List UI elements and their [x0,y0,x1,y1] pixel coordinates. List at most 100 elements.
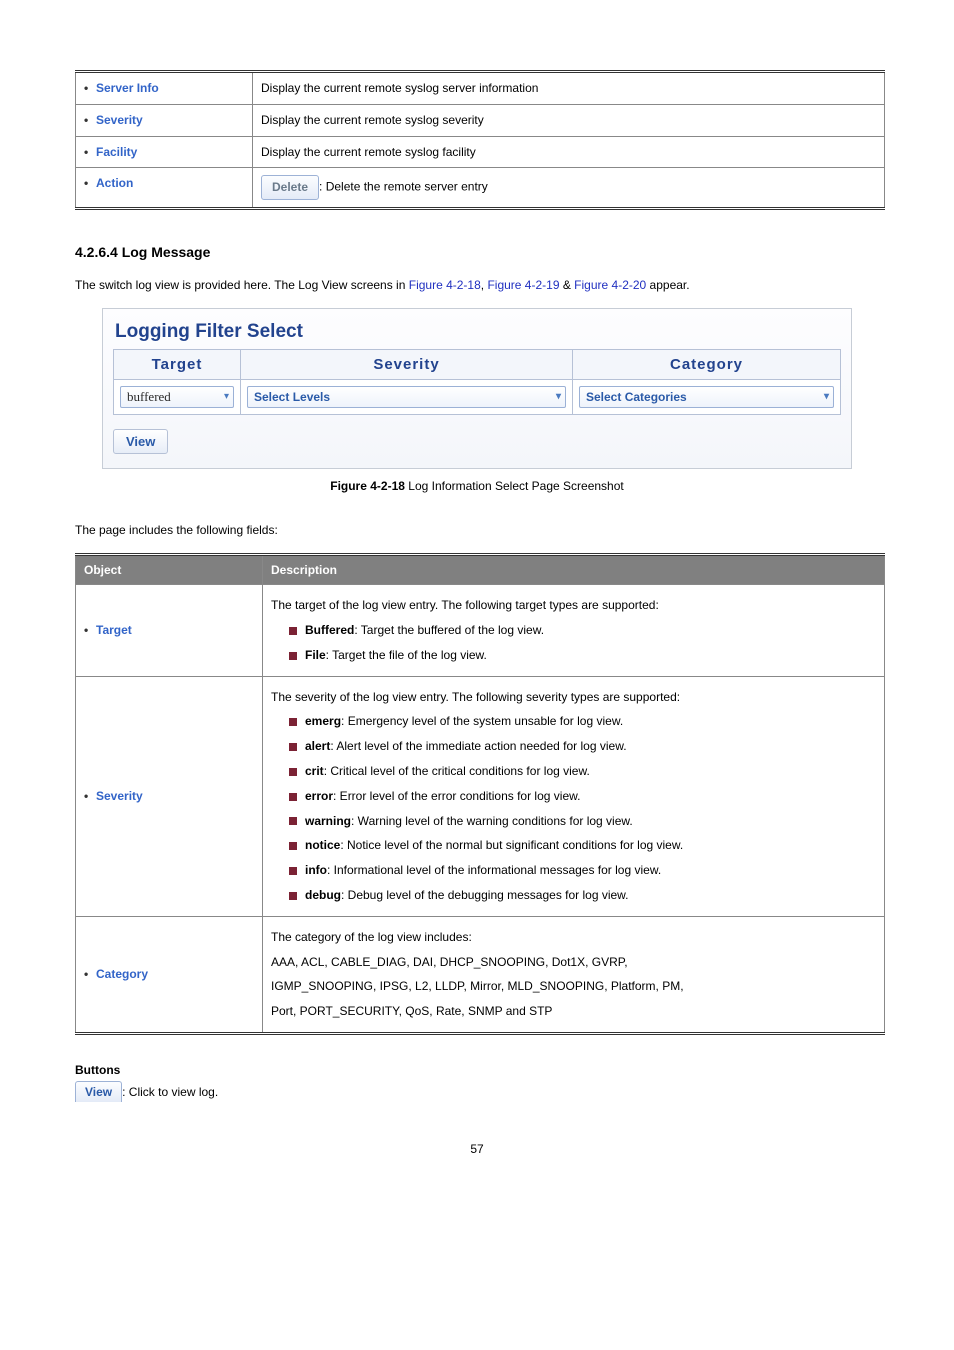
page-number: 57 [75,1142,879,1156]
text: : Notice level of the normal but signifi… [340,838,683,852]
row-desc: Display the current remote syslog severi… [253,104,885,136]
square-bullet-icon [289,842,297,850]
view-button-image[interactable]: View [75,1081,122,1102]
text: Category [96,967,148,981]
figure-link-1[interactable]: Figure 4-2-18 [409,278,481,292]
square-bullet-icon [289,892,297,900]
bullet-item: info: Informational level of the informa… [271,859,876,882]
lead-text: The target of the log view entry. The fo… [271,594,876,617]
row-label-category: •Category [76,916,263,1033]
text: Target [96,623,132,637]
row-label: •Severity [76,104,253,136]
square-bullet-icon [289,652,297,660]
bold-term: info [305,863,327,877]
bold-term: alert [305,739,330,753]
severity-select[interactable]: Select Levels ▾ [247,386,566,408]
chevron-down-icon: ▾ [818,388,829,406]
text: Severity [96,789,143,803]
row-label-severity: •Severity [76,676,263,916]
text: appear. [646,278,689,292]
figure-caption: Figure 4-2-18 Log Information Select Pag… [75,479,879,493]
text: : Target the buffered of the log view. [354,623,544,637]
chevron-down-icon: ▾ [550,388,561,406]
target-select-value: buffered [127,388,171,406]
bold-term: Buffered [305,623,354,637]
category-select[interactable]: Select Categories ▾ [579,386,834,408]
bold-term: notice [305,838,340,852]
section-heading: 4.2.6.4 Log Message [75,244,879,260]
lead-text: The severity of the log view entry. The … [271,686,876,709]
row-desc-severity: The severity of the log view entry. The … [263,677,884,916]
col-header-object: Object [76,555,263,585]
bullet-item: alert: Alert level of the immediate acti… [271,735,876,758]
square-bullet-icon [289,817,297,825]
text: : Target the file of the log view. [326,648,487,662]
square-bullet-icon [289,627,297,635]
buttons-row: View: Click to view log. [75,1081,879,1102]
square-bullet-icon [289,793,297,801]
figure-link-3[interactable]: Figure 4-2-20 [574,278,646,292]
bold-term: crit [305,764,324,778]
target-select[interactable]: buffered ▾ [120,386,234,408]
square-bullet-icon [289,768,297,776]
bullet-item: Buffered: Target the buffered of the log… [271,619,876,642]
text-line: Port, PORT_SECURITY, QoS, Rate, SNMP and… [271,1000,876,1023]
bullet-item: notice: Notice level of the normal but s… [271,834,876,857]
text: : Informational level of the information… [327,863,661,877]
table-log-view-fields: Object Description •Target The target of… [75,553,885,1035]
row-desc: Display the current remote syslog server… [253,72,885,105]
bullet-item: File: Target the file of the log view. [271,644,876,667]
col-header-target: Target [114,350,241,380]
severity-select-value: Select Levels [254,388,330,406]
intro-paragraph: The switch log view is provided here. Th… [75,276,879,294]
text: & [560,278,575,292]
table-remote-server-fields: •Server InfoDisplay the current remote s… [75,70,885,210]
row-desc: Display the current remote syslog facili… [253,136,885,168]
row-desc: Delete: Delete the remote server entry [253,168,885,209]
view-button[interactable]: View [113,429,168,454]
fields-intro: The page includes the following fields: [75,521,879,539]
text: : Delete the remote server entry [319,180,488,194]
col-header-description: Description [263,555,885,585]
row-desc-category: The category of the log view includes:AA… [263,917,884,1032]
delete-button-image[interactable]: Delete [261,175,319,200]
text: : Critical level of the critical conditi… [324,764,590,778]
bullet-item: emerg: Emergency level of the system uns… [271,710,876,733]
text: : Warning level of the warning condition… [351,814,633,828]
bold-term: debug [305,888,341,902]
square-bullet-icon [289,867,297,875]
bold-term: warning [305,814,351,828]
row-label: •Facility [76,136,253,168]
bullet-item: error: Error level of the error conditio… [271,785,876,808]
screenshot-logging-filter: Logging Filter Select Target Severity Ca… [102,308,852,469]
screenshot-title: Logging Filter Select [113,319,841,349]
col-header-category: Category [573,350,841,380]
bullet-item: warning: Warning level of the warning co… [271,810,876,833]
text: : Emergency level of the system unsable … [341,714,623,728]
square-bullet-icon [289,718,297,726]
row-label: •Action [76,168,253,209]
view-button-desc: : Click to view log. [122,1085,218,1099]
chevron-down-icon: ▾ [218,388,229,406]
bullet-item: debug: Debug level of the debugging mess… [271,884,876,907]
text-line: IGMP_SNOOPING, IPSG, L2, LLDP, Mirror, M… [271,975,876,998]
row-desc-target: The target of the log view entry. The fo… [263,585,884,675]
text: : Debug level of the debugging messages … [341,888,629,902]
category-select-value: Select Categories [586,388,687,406]
text: : Alert level of the immediate action ne… [330,739,626,753]
square-bullet-icon [289,743,297,751]
text-line: AAA, ACL, CABLE_DIAG, DAI, DHCP_SNOOPING… [271,951,876,974]
bold-term: error [305,789,333,803]
bold-term: emerg [305,714,341,728]
text: The switch log view is provided here. Th… [75,278,409,292]
lead-text: The category of the log view includes: [271,926,876,949]
buttons-heading: Buttons [75,1063,879,1077]
screenshot-table: Target Severity Category buffered ▾ Sele… [113,349,841,415]
figure-link-2[interactable]: Figure 4-2-19 [487,278,559,292]
figure-caption-text: Log Information Select Page Screenshot [405,479,624,493]
bullet-item: crit: Critical level of the critical con… [271,760,876,783]
col-header-severity: Severity [241,350,573,380]
text: : Error level of the error conditions fo… [333,789,580,803]
row-label: •Server Info [76,72,253,105]
row-label-target: •Target [76,585,263,676]
